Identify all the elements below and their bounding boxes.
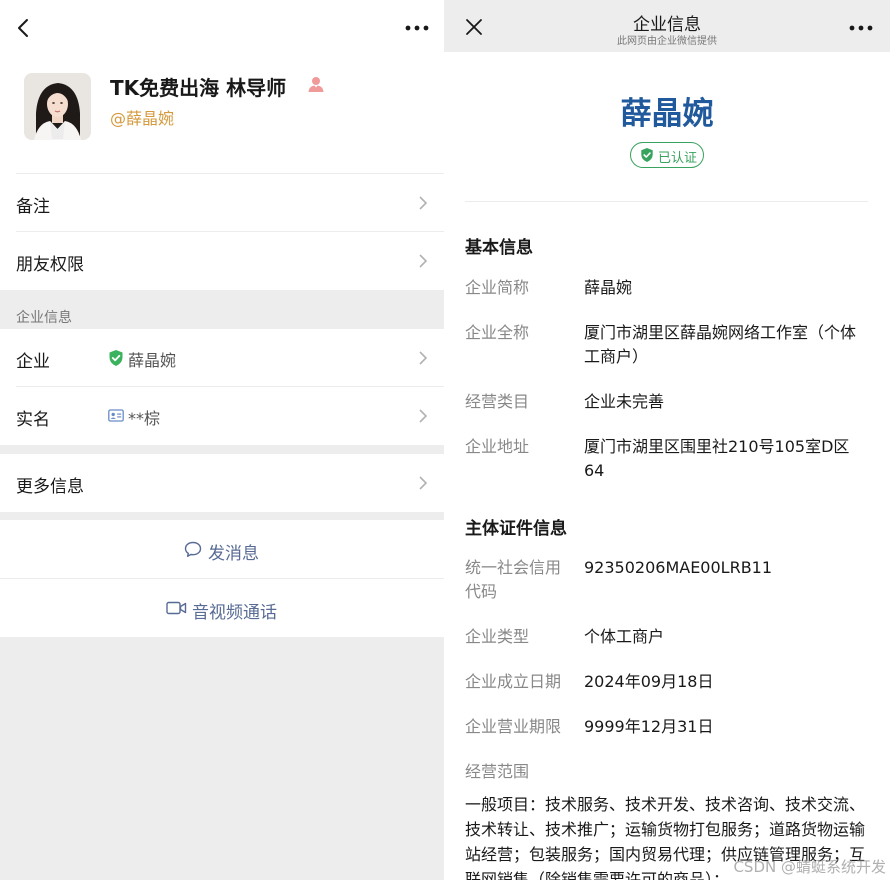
more-info-label: 更多信息	[16, 477, 84, 497]
divider	[465, 201, 868, 202]
page-subtitle: 此网页由企业微信提供	[617, 36, 717, 47]
shield-check-icon	[109, 350, 123, 366]
chevron-right-icon	[419, 409, 428, 423]
enterprise-info-panel: 企业信息 此网页由企业微信提供 薛晶婉 已认证 基本信息 企业简称 薛晶婉 企业…	[444, 0, 890, 880]
watermark: CSDN @蜻蜓系统开发	[733, 858, 886, 876]
video-camera-icon	[166, 601, 187, 615]
field-value: 厦门市湖里区围里社210号105室D区64	[584, 437, 850, 480]
basic-info-heading: 基本信息	[465, 238, 533, 258]
avatar[interactable]	[24, 73, 91, 140]
chevron-right-icon	[419, 351, 428, 365]
enterprise-section-caption: 企业信息	[16, 310, 72, 326]
company-name-heading: 薛晶婉	[620, 96, 714, 132]
field-label: 统一社会信用代码	[465, 558, 562, 601]
enterprise-label: 企业	[16, 352, 50, 372]
field-label: 企业全称	[465, 323, 530, 342]
field-label: 企业简称	[465, 278, 530, 297]
chevron-right-icon	[419, 196, 428, 210]
friend-permission-label: 朋友权限	[16, 255, 84, 275]
field-value: 92350206MAE00LRB11	[584, 558, 773, 577]
video-call-button[interactable]: 音视频通话	[0, 579, 444, 637]
screen: TK免费出海 林导师 @薛晶婉 备注 朋友权限 企业信息 企业 薛晶婉 实名 *…	[0, 0, 890, 880]
more-dots-icon[interactable]	[404, 18, 430, 38]
more-info-row[interactable]: 更多信息	[0, 454, 444, 512]
remark-row[interactable]: 备注	[0, 174, 444, 232]
field-label: 经营类目	[465, 392, 530, 411]
verified-badge: 已认证	[630, 142, 704, 168]
field-value: 9999年12月31日	[584, 717, 714, 736]
id-card-icon	[108, 409, 124, 422]
realname-row[interactable]: 实名 **棕	[0, 387, 444, 445]
field-label: 企业营业期限	[465, 717, 562, 736]
shield-check-icon	[641, 148, 653, 162]
chevron-right-icon	[419, 254, 428, 268]
video-call-label: 音视频通话	[192, 603, 277, 623]
field-label: 企业成立日期	[465, 672, 562, 691]
webview-header: 企业信息 此网页由企业微信提供	[444, 0, 890, 52]
cert-info-heading: 主体证件信息	[465, 519, 567, 539]
field-value: 个体工商户	[584, 627, 665, 646]
enterprise-row[interactable]: 企业 薛晶婉	[0, 329, 444, 387]
chevron-right-icon	[419, 476, 428, 490]
field-value: 2024年09月18日	[584, 672, 714, 691]
field-label: 企业地址	[465, 437, 530, 456]
chat-bubble-icon	[184, 541, 202, 557]
realname-value: **棕	[128, 409, 161, 428]
business-scope-label: 经营范围	[465, 762, 530, 781]
verified-label: 已认证	[658, 151, 698, 166]
send-message-button[interactable]: 发消息	[0, 520, 444, 578]
contact-enterprise-id: @薛晶婉	[110, 109, 175, 128]
field-value: 薛晶婉	[584, 278, 633, 297]
back-arrow-icon[interactable]	[12, 16, 36, 40]
send-message-label: 发消息	[208, 544, 259, 564]
more-dots-icon[interactable]	[848, 18, 874, 38]
friend-permission-row[interactable]: 朋友权限	[0, 232, 444, 290]
field-value: 企业未完善	[584, 392, 665, 411]
enterprise-value: 薛晶婉	[128, 351, 177, 370]
female-user-icon	[308, 77, 324, 92]
contact-profile-panel: TK免费出海 林导师 @薛晶婉 备注 朋友权限 企业信息 企业 薛晶婉 实名 *…	[0, 0, 444, 880]
field-value: 厦门市湖里区薛晶婉网络工作室（个体工商户）	[584, 323, 857, 366]
field-label: 企业类型	[465, 627, 530, 646]
contact-name: TK免费出海 林导师	[110, 76, 287, 100]
remark-label: 备注	[16, 197, 50, 217]
realname-label: 实名	[16, 410, 50, 430]
